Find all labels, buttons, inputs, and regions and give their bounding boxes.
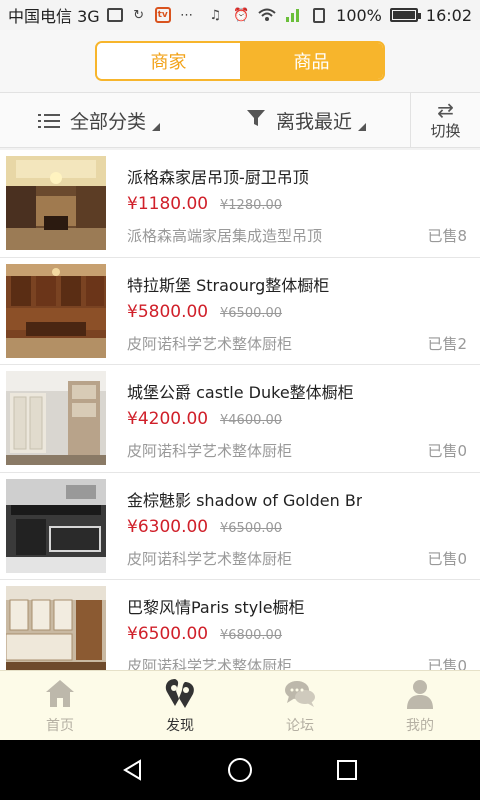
product-price: ¥4200.00 [127,409,209,429]
home-button[interactable] [225,755,255,785]
tab-product[interactable]: 商品 [240,43,383,79]
system-navigation-bar [0,740,480,800]
product-sold-count: 已售0 [427,442,467,460]
product-thumbnail-living-room [6,156,106,250]
tab-forum-label: 论坛 [286,717,314,734]
home-icon [46,679,74,707]
tab-home-label: 首页 [46,717,74,734]
status-bar: 中国电信 3G ↻ tv ⋯ ♫ ⏰ 100% 16:02 [0,0,480,30]
product-price: ¥6300.00 [127,516,209,537]
product-original-price: ¥6500.00 [220,305,283,321]
category-filter[interactable]: 全部分类 [38,107,161,134]
product-original-price: ¥4600.00 [220,413,283,428]
headphones-icon: ♫ [209,7,221,23]
recents-button[interactable] [332,755,362,785]
product-description: 皮阿诺科学艺术整体厨柜 [127,334,293,353]
product-item[interactable]: 巴黎风情Paris style橱柜 ¥6500.00 ¥6800.00 皮阿诺科… [0,580,480,670]
chat-bubbles-icon [285,680,315,707]
switch-view-label: 切换 [430,121,461,140]
product-description: 皮阿诺科学艺术整体厨柜 [127,549,293,568]
tab-discover[interactable]: 发现 [120,671,240,740]
distance-sort-label: 离我最近 [276,111,353,133]
sim-icon [310,6,328,24]
product-description: 皮阿诺科学艺术整体厨柜 [127,657,293,670]
product-price: ¥5800.00 [127,301,209,322]
filter-bar: 全部分类 离我最近 ⇄ 切换 [0,92,480,148]
gallery-icon [106,6,124,24]
battery-icon [389,8,421,22]
signal-icon [284,6,302,24]
product-item[interactable]: 特拉斯堡 Straourg整体橱柜 ¥5800.00 ¥6500.00 皮阿诺科… [0,257,480,365]
product-list: 派格森家居吊顶-厨卫吊顶 ¥1180.00 ¥1280.00 派格森高端家居集成… [0,150,480,670]
back-button[interactable] [118,755,148,785]
product-thumbnail-black-kitchen [6,478,106,573]
more-notifications-icon: ⋯ [180,7,194,23]
tab-home[interactable]: 首页 [0,671,120,740]
product-original-price: ¥6800.00 [220,628,283,643]
switch-view-button[interactable]: ⇄ 切换 [410,93,480,147]
home-circle-icon [227,758,252,782]
product-sold-count: 已售0 [427,657,467,670]
product-original-price: ¥6500.00 [220,520,283,536]
clock: 16:02 [425,5,472,25]
merchant-product-toggle: 商家 商品 [95,41,385,81]
product-description: 派格森高端家居集成造型吊顶 [127,227,323,245]
sync-icon: ↻ [133,7,145,23]
dropdown-triangle-icon [358,122,367,131]
tab-discover-label: 发现 [166,717,194,734]
product-sold-count: 已售2 [427,334,467,353]
tab-forum[interactable]: 论坛 [240,671,360,740]
product-sold-count: 已售0 [427,549,467,568]
tab-profile[interactable]: 我的 [360,671,480,740]
location-pin-icon [165,678,194,708]
app-notification-icon: tv [154,6,172,24]
swap-arrows-icon: ⇄ [437,97,454,122]
wifi-icon [258,6,276,24]
battery-percent: 100% [336,5,382,25]
distance-sort[interactable]: 离我最近 [246,107,367,134]
product-item[interactable]: 金棕魅影 shadow of Golden Br ¥6300.00 ¥6500.… [0,472,480,580]
product-name: 城堡公爵 castle Duke整体橱柜 [127,383,354,402]
segment-header: 商家 商品 [0,30,480,92]
product-item[interactable]: 城堡公爵 castle Duke整体橱柜 ¥4200.00 ¥4600.00 皮… [0,365,480,473]
bottom-tab-bar: 首页 发现 论坛 我的 [0,670,480,740]
product-original-price: ¥1280.00 [220,198,283,213]
product-sold-count: 已售8 [427,227,467,245]
tab-profile-label: 我的 [406,717,434,734]
product-name: 派格森家居吊顶-厨卫吊顶 [127,168,309,187]
person-icon [407,679,433,709]
dropdown-triangle-icon [152,122,161,131]
tab-merchant[interactable]: 商家 [97,43,240,79]
recents-square-icon [336,760,357,780]
product-name: 特拉斯堡 Straourg整体橱柜 [127,275,330,295]
funnel-icon [246,108,266,133]
product-price: ¥1180.00 [127,194,209,214]
list-icon [38,112,60,130]
carrier-label: 中国电信 3G [8,7,100,26]
product-thumbnail-cream-kitchen [6,586,106,670]
product-thumbnail-wood-kitchen [6,263,106,358]
product-description: 皮阿诺科学艺术整体厨柜 [127,442,293,460]
product-name: 金棕魅影 shadow of Golden Br [127,490,363,510]
product-thumbnail-white-kitchen [6,371,106,465]
product-name: 巴黎风情Paris style橱柜 [127,598,305,617]
product-item[interactable]: 派格森家居吊顶-厨卫吊顶 ¥1180.00 ¥1280.00 派格森高端家居集成… [0,150,480,258]
alarm-icon: ⏰ [233,7,250,23]
category-filter-label: 全部分类 [70,111,147,133]
product-price: ¥6500.00 [127,624,209,644]
back-triangle-icon [123,759,142,781]
